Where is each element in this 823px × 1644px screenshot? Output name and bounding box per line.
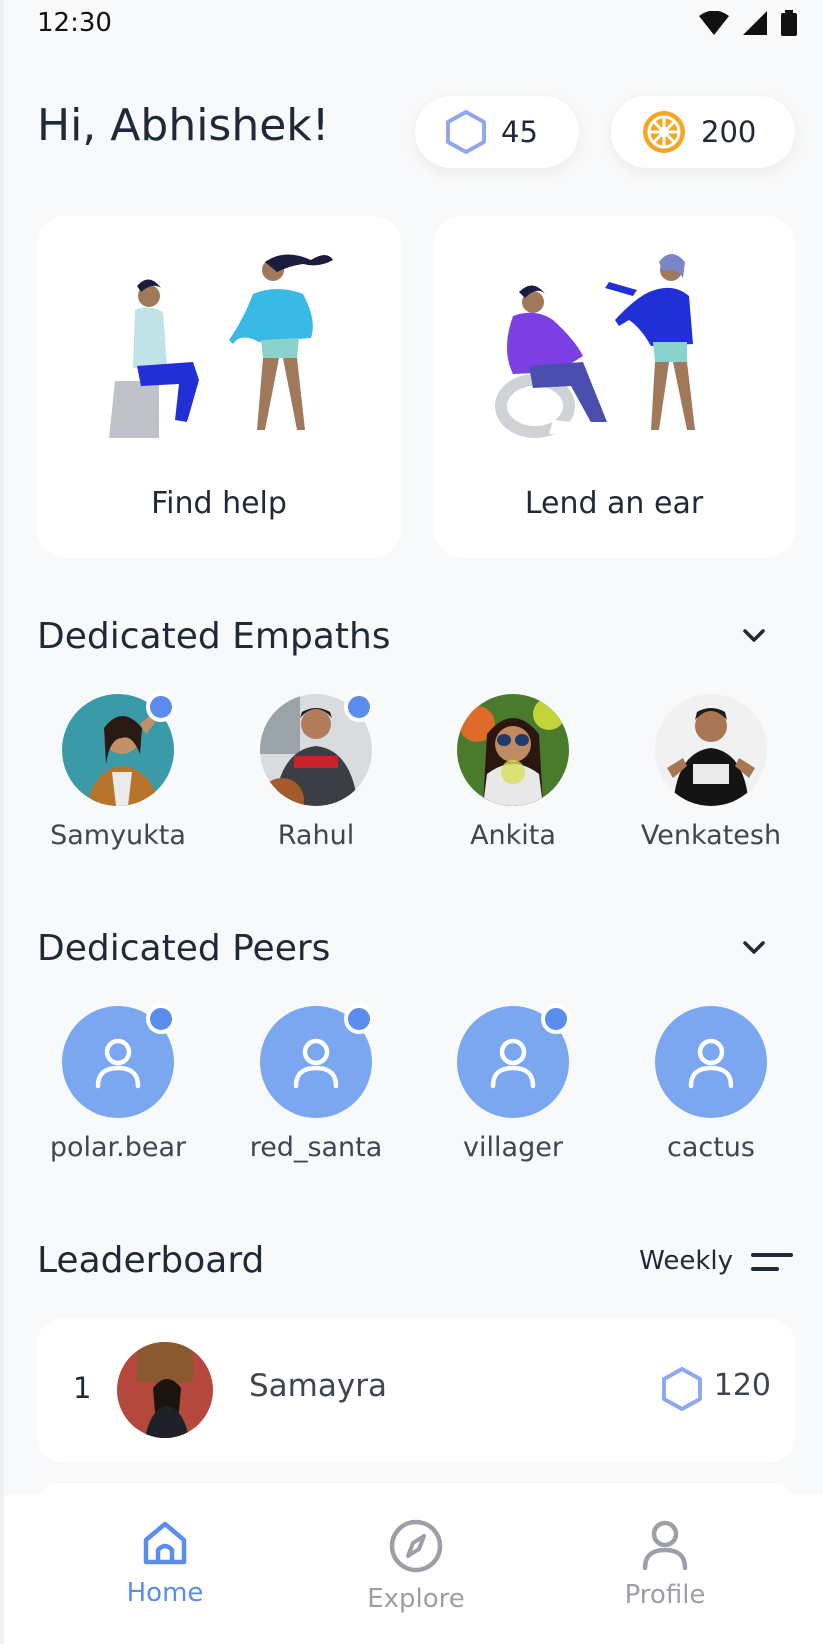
peer-name: polar.bear (49, 1132, 187, 1163)
coin-balance[interactable]: 200 (611, 96, 795, 168)
bottom-nav: Home Explore Profile (4, 1494, 823, 1644)
peers-chevron-down-icon[interactable] (741, 939, 767, 957)
online-indicator (146, 692, 176, 722)
battery-icon (781, 10, 797, 36)
empath-name: Venkatesh (640, 820, 782, 851)
token-balance[interactable]: 45 (415, 96, 579, 168)
empaths-title: Dedicated Empaths (37, 616, 391, 657)
nav-home-label: Home (126, 1578, 204, 1608)
find-help-illustration (109, 254, 333, 438)
online-indicator (541, 1004, 571, 1034)
online-indicator (344, 1004, 374, 1034)
lend-an-ear-card[interactable]: Lend an ear (433, 216, 795, 557)
avatar (117, 1342, 213, 1438)
empath-name: Samyukta (50, 820, 186, 851)
status-time: 12:30 (37, 8, 112, 38)
online-indicator (146, 1004, 176, 1034)
online-indicator (344, 692, 374, 722)
coin-count: 200 (701, 115, 757, 149)
lend-an-ear-illustration (495, 254, 709, 438)
nav-profile[interactable]: Profile (585, 1518, 745, 1610)
user-icon (655, 1006, 767, 1118)
leaderboard-score: 120 (713, 1368, 771, 1403)
token-count: 45 (501, 115, 538, 149)
leaderboard-title: Leaderboard (37, 1240, 265, 1281)
peer-name: red_santa (249, 1132, 383, 1163)
greeting: Hi, Abhishek! (37, 100, 330, 151)
empaths-chevron-down-icon[interactable] (741, 627, 767, 645)
nav-explore[interactable]: Explore (336, 1518, 496, 1614)
find-help-label: Find help (151, 486, 287, 521)
home-screen: 12:30 Hi, Abhishek! 45 200 Find help Len… (4, 0, 823, 1644)
signal-icon (743, 11, 767, 35)
hexagon-token-icon (446, 110, 486, 154)
status-bar: 12:30 (4, 0, 823, 48)
filter-icon[interactable] (751, 1252, 793, 1272)
nav-home[interactable]: Home (85, 1518, 245, 1608)
peer-name: villager (463, 1132, 563, 1163)
find-help-card[interactable]: Find help (37, 216, 401, 557)
nav-profile-label: Profile (624, 1580, 706, 1610)
hexagon-token-icon (662, 1367, 702, 1411)
home-icon (143, 1521, 187, 1565)
leaderboard-row[interactable]: 1 Samayra 120 (37, 1318, 795, 1462)
wifi-icon (699, 11, 729, 35)
coin-icon (643, 111, 685, 153)
leaderboard-rank: 1 (73, 1371, 92, 1405)
leaderboard-name: Samayra (249, 1368, 387, 1404)
avatar (457, 694, 569, 806)
empath-name: Ankita (470, 820, 556, 851)
empath-name: Rahul (277, 820, 355, 851)
lend-an-ear-label: Lend an ear (524, 486, 704, 521)
user-icon (642, 1520, 688, 1571)
nav-explore-label: Explore (367, 1584, 465, 1614)
avatar (655, 694, 767, 806)
compass-icon (389, 1519, 443, 1573)
status-icons (699, 10, 797, 36)
peers-title: Dedicated Peers (37, 928, 331, 969)
peer-name: cactus (666, 1132, 755, 1163)
leaderboard-period[interactable]: Weekly (639, 1246, 733, 1276)
